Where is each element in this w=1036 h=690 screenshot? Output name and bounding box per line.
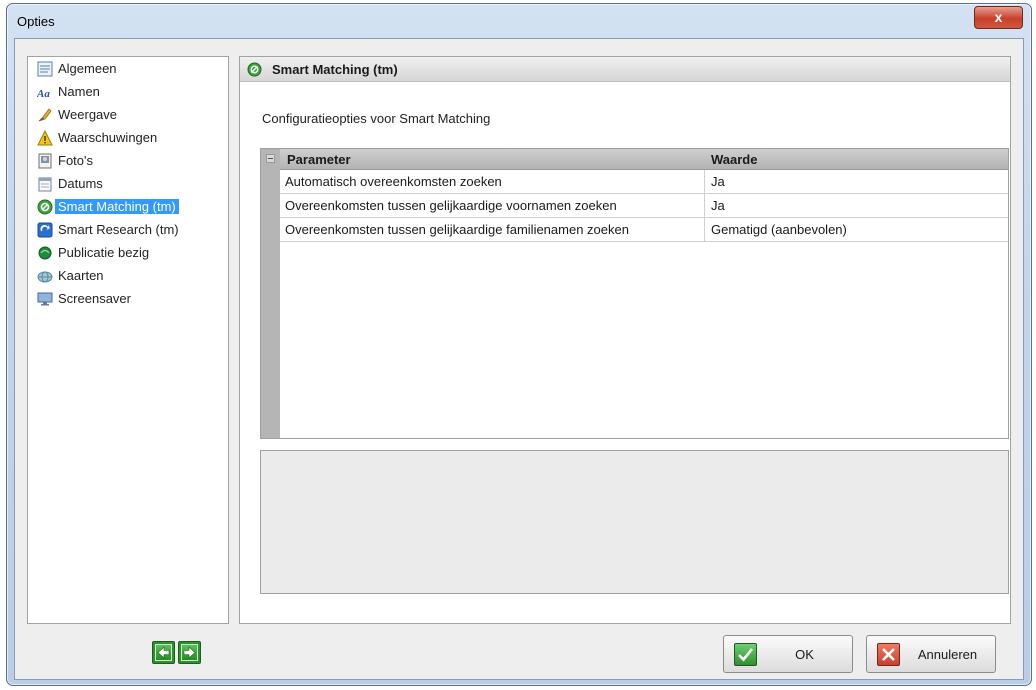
photo-icon <box>37 153 53 169</box>
window-title: Opties <box>17 14 55 29</box>
panel-header: Smart Matching (tm) <box>240 57 1010 82</box>
title-bar[interactable]: Opties x <box>7 4 1031 38</box>
value-cell[interactable]: Gematigd (aanbevolen) <box>711 222 847 237</box>
sidebar-item-label: Kaarten <box>58 268 104 283</box>
value-cell[interactable]: Ja <box>711 174 725 189</box>
previous-button[interactable] <box>152 641 175 664</box>
sidebar-item-label: Weergave <box>58 107 118 122</box>
cancel-button[interactable]: Annuleren <box>866 635 996 673</box>
next-button[interactable] <box>178 641 201 664</box>
display-brush-icon <box>37 107 53 123</box>
sidebar-item-smart-matching[interactable]: Smart Matching (tm) <box>28 195 228 218</box>
sidebar-item-label: Smart Matching (tm) <box>55 199 179 214</box>
sidebar-item-namen[interactable]: Aa Namen <box>28 80 228 103</box>
column-divider <box>704 218 705 241</box>
sidebar-item-datums[interactable]: Datums <box>28 172 228 195</box>
smart-matching-icon <box>247 62 262 77</box>
warning-icon <box>37 129 53 146</box>
cancel-label: Annuleren <box>917 646 978 662</box>
names-icon: Aa <box>36 84 53 100</box>
sidebar-item-label: Datums <box>58 176 103 191</box>
publish-icon <box>37 245 53 261</box>
panel-description: Configuratieopties voor Smart Matching <box>262 111 491 126</box>
grid-row[interactable]: Automatisch overeenkomsten zoeken Ja <box>280 170 1008 194</box>
sidebar-item-waarschuwingen[interactable]: Waarschuwingen <box>28 126 228 149</box>
options-category-list: Algemeen Aa Namen Weergave Waarschuwinge… <box>27 56 229 624</box>
sidebar-item-fotos[interactable]: Foto's <box>28 149 228 172</box>
monitor-icon <box>37 291 53 307</box>
column-divider <box>704 194 705 217</box>
arrow-right-icon <box>183 646 196 659</box>
sidebar-item-label: Waarschuwingen <box>58 130 158 145</box>
collapse-icon[interactable] <box>266 154 275 163</box>
close-button[interactable]: x <box>974 6 1023 29</box>
sidebar-item-smart-research[interactable]: Smart Research (tm) <box>28 218 228 241</box>
arrow-left-icon <box>157 646 170 659</box>
sidebar-item-label: Screensaver <box>58 291 131 306</box>
sidebar-item-weergave[interactable]: Weergave <box>28 103 228 126</box>
dialog-client-area: Algemeen Aa Namen Weergave Waarschuwinge… <box>14 38 1024 680</box>
calendar-icon <box>37 176 53 192</box>
ok-label: OK <box>795 646 814 662</box>
sidebar-item-label: Namen <box>58 84 100 99</box>
grid-row[interactable]: Overeenkomsten tussen gelijkaardige fami… <box>280 218 1008 242</box>
ok-button[interactable]: OK <box>723 635 853 673</box>
settings-panel: Smart Matching (tm) Configuratieopties v… <box>239 56 1011 624</box>
parameter-cell: Automatisch overeenkomsten zoeken <box>285 174 502 189</box>
smart-research-icon <box>37 222 53 238</box>
globe-map-icon <box>37 268 53 284</box>
sidebar-item-label: Publicatie bezig <box>58 245 150 260</box>
svg-text:Aa: Aa <box>37 88 50 100</box>
cross-icon <box>877 642 900 666</box>
smart-matching-icon <box>37 199 53 215</box>
grid-row[interactable]: Overeenkomsten tussen gelijkaardige voor… <box>280 194 1008 218</box>
parameter-description-box <box>260 450 1009 594</box>
sidebar-item-screensaver[interactable]: Screensaver <box>28 287 228 310</box>
grid-gutter <box>261 149 280 438</box>
column-header-value[interactable]: Waarde <box>711 152 757 167</box>
value-cell[interactable]: Ja <box>711 198 725 213</box>
sidebar-item-kaarten[interactable]: Kaarten <box>28 264 228 287</box>
parameter-cell: Overeenkomsten tussen gelijkaardige fami… <box>285 222 629 237</box>
parameter-cell: Overeenkomsten tussen gelijkaardige voor… <box>285 198 617 213</box>
parameter-grid: Parameter Waarde Automatisch overeenkoms… <box>260 148 1009 439</box>
checkmark-icon <box>734 642 757 666</box>
grid-header: Parameter Waarde <box>280 149 1008 170</box>
column-header-parameter[interactable]: Parameter <box>287 152 351 167</box>
options-dialog: Opties x Algemeen Aa Namen Weergave Waar… <box>6 3 1032 686</box>
sidebar-item-label: Foto's <box>58 153 93 168</box>
panel-title: Smart Matching (tm) <box>272 61 398 77</box>
general-settings-icon <box>37 61 53 77</box>
sidebar-item-label: Algemeen <box>58 61 117 76</box>
column-divider <box>704 170 705 193</box>
sidebar-item-algemeen[interactable]: Algemeen <box>28 57 228 80</box>
sidebar-item-publicatie-bezig[interactable]: Publicatie bezig <box>28 241 228 264</box>
sidebar-item-label: Smart Research (tm) <box>58 222 179 237</box>
